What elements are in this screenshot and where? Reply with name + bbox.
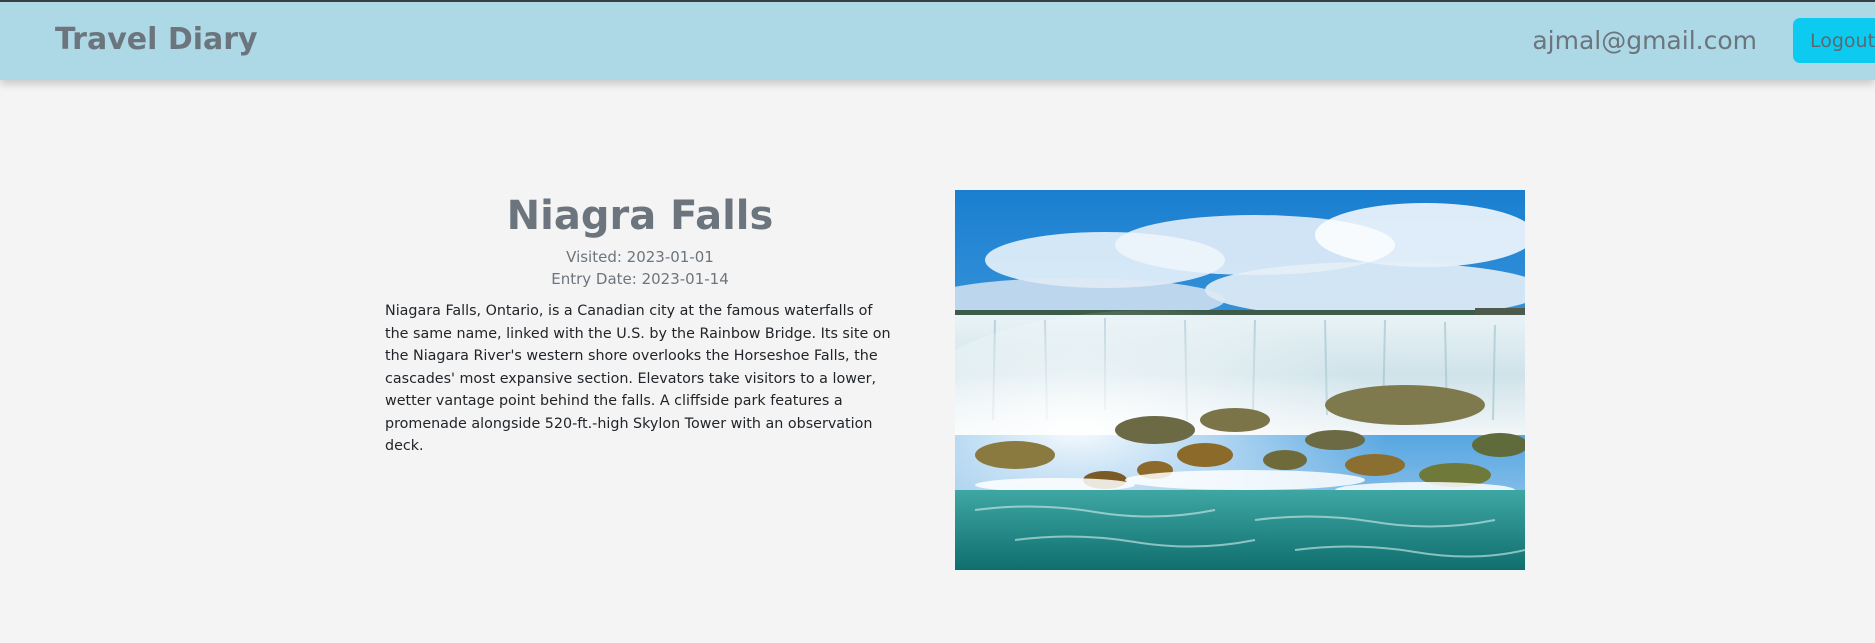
entry-photo xyxy=(955,190,1525,570)
entry-date: Entry Date: 2023-01-14 xyxy=(551,270,729,288)
entry-description: Niagara Falls, Ontario, is a Canadian ci… xyxy=(385,303,891,454)
waterfall-photo xyxy=(955,190,1525,570)
entry-title: Niagra Falls xyxy=(506,193,774,239)
brand-link[interactable]: Travel Diary xyxy=(55,22,258,57)
logout-button[interactable]: Logout xyxy=(1793,18,1875,63)
user-email: ajmal@gmail.com xyxy=(1532,26,1757,55)
navbar: Travel Diary ajmal@gmail.com Logout xyxy=(0,2,1875,80)
visited-date: Visited: 2023-01-01 xyxy=(566,248,714,266)
entry-text-column: Niagra Falls Visited: 2023-01-01 Entry D… xyxy=(385,190,895,458)
